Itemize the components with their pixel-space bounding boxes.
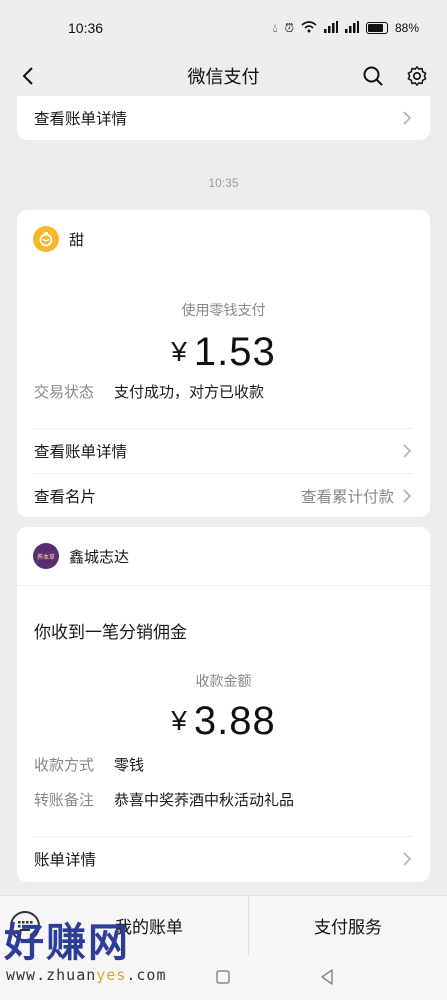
commission-card: 荞本草 鑫城志达 你收到一笔分销佣金 收款金额 ¥3.88 收款方式 零钱 转账… <box>17 527 430 882</box>
currency-symbol: ¥ <box>171 705 188 736</box>
water-drop-icon: 💧︎ <box>272 20 278 35</box>
home-square-icon[interactable] <box>216 970 230 984</box>
top-bill-detail-label: 查看账单详情 <box>34 111 128 128</box>
commission-headline: 你收到一笔分销佣金 <box>34 623 187 642</box>
note-key: 转账备注 <box>34 792 95 809</box>
status-icons: 💧︎ ⏰︎ 88% <box>272 20 419 36</box>
currency-symbol: ¥ <box>171 336 188 367</box>
signal-icon-2 <box>344 20 359 36</box>
battery-icon <box>365 22 388 34</box>
chevron-right-icon <box>403 444 412 458</box>
bill-detail-label: 查看账单详情 <box>34 444 128 461</box>
back-triangle-icon[interactable] <box>320 969 334 985</box>
payment-card: 甜 使用零钱支付 ¥1.53 交易状态 支付成功，对方已收款 查看账单详情 查看… <box>17 210 430 517</box>
tab-pay-services[interactable]: 支付服务 <box>249 913 447 938</box>
back-icon[interactable] <box>14 62 42 90</box>
battery-percent: 88% <box>394 21 419 35</box>
alarm-icon: ⏰︎ <box>284 20 294 35</box>
bill-detail-row[interactable]: 账单详情 <box>17 837 430 881</box>
amount-value: 3.88 <box>193 699 276 743</box>
merchant-name: 鑫城志达 <box>69 548 130 566</box>
commission-amount: ¥3.88 <box>17 699 430 744</box>
watermark-url: www.zhuanyes.com <box>6 966 167 984</box>
navbar: 微信支付 <box>0 56 447 96</box>
bill-detail-row[interactable]: 查看账单详情 <box>17 429 430 473</box>
merchant-header[interactable]: 甜 <box>17 210 430 268</box>
watermark-logo: 好赚网 <box>4 920 130 966</box>
cumulative-payment-link[interactable]: 查看累计付款 <box>301 485 412 507</box>
note-value: 恭喜中奖荞酒中秋活动礼品 <box>114 792 295 809</box>
merchant-avatar <box>33 226 59 252</box>
page-title: 微信支付 <box>187 67 260 87</box>
status-bar: 10:36 💧︎ ⏰︎ 88% <box>0 0 447 56</box>
business-card-row[interactable]: 查看名片 查看累计付款 <box>17 474 430 518</box>
method-value: 零钱 <box>114 757 145 774</box>
transaction-status-row: 交易状态 支付成功，对方已收款 <box>17 381 430 402</box>
status-key: 交易状态 <box>34 384 95 401</box>
merchant-header[interactable]: 荞本草 鑫城志达 <box>17 527 430 585</box>
top-bill-detail-row[interactable]: 查看账单详情 <box>17 96 430 140</box>
bill-detail-label: 账单详情 <box>34 852 97 869</box>
top-card: 查看账单详情 <box>17 96 430 140</box>
amount-value: 1.53 <box>193 330 276 374</box>
cumulative-payment-label: 查看累计付款 <box>300 489 394 506</box>
divider <box>17 585 430 586</box>
chevron-right-icon <box>403 111 412 125</box>
amount-label: 收款金额 <box>195 673 252 689</box>
avatar-logo-text: 荞本草 <box>36 554 55 561</box>
status-value: 支付成功，对方已收款 <box>114 384 265 401</box>
message-timestamp: 10:35 <box>208 176 239 190</box>
wifi-icon <box>301 20 317 36</box>
business-card-label: 查看名片 <box>34 489 97 506</box>
merchant-name: 甜 <box>69 231 85 249</box>
search-icon[interactable] <box>359 62 387 90</box>
transfer-note-row: 转账备注 恭喜中奖荞酒中秋活动礼品 <box>17 789 430 810</box>
status-time: 10:36 <box>68 20 104 36</box>
gear-icon[interactable] <box>403 62 431 90</box>
signal-icon <box>323 20 338 36</box>
merchant-avatar: 荞本草 <box>33 543 59 569</box>
method-key: 收款方式 <box>34 757 95 774</box>
chevron-right-icon <box>403 852 412 866</box>
chevron-right-icon <box>403 489 412 503</box>
payment-method-label: 使用零钱支付 <box>181 302 266 318</box>
receive-method-row: 收款方式 零钱 <box>17 754 430 775</box>
payment-amount: ¥1.53 <box>17 330 430 375</box>
